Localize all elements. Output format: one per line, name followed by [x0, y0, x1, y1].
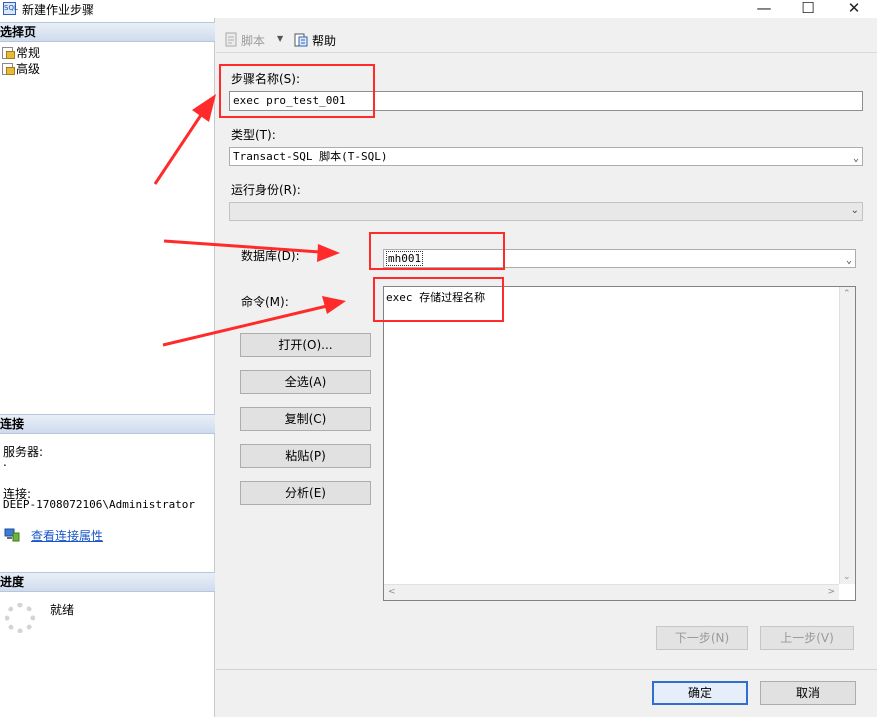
script-dropdown-icon[interactable]: ▼ [277, 34, 283, 43]
page-item-label: 常规 [16, 46, 41, 60]
script-button[interactable]: 脚本 [241, 32, 265, 49]
cancel-button[interactable]: 取消 [760, 681, 856, 705]
database-label: 数据库(D): [241, 249, 300, 263]
connection-properties-icon [4, 528, 20, 542]
select-page-header: 选择页 [0, 22, 215, 42]
next-step-button: 下一步(N) [656, 626, 748, 650]
close-button[interactable]: ✕ [832, 0, 876, 18]
progress-status: 就绪 [50, 603, 75, 617]
view-connection-properties-link[interactable]: 查看连接属性 [31, 527, 103, 544]
type-select[interactable]: Transact-SQL 脚本(T-SQL) ⌄ [229, 147, 863, 166]
script-icon [223, 32, 239, 48]
progress-header: 进度 [0, 572, 215, 592]
annotation-box-command [373, 277, 504, 322]
ok-button[interactable]: 确定 [652, 681, 748, 705]
vertical-scrollbar[interactable]: ⌃ ⌄ [839, 287, 855, 584]
app-icon: SQL [3, 2, 18, 15]
chevron-down-icon: ⌄ [850, 205, 859, 216]
run-as-label: 运行身份(R): [231, 183, 301, 197]
scroll-left-icon[interactable]: < [388, 587, 396, 597]
open-button[interactable]: 打开(O)... [240, 333, 371, 357]
chevron-down-icon: ⌄ [852, 153, 859, 164]
copy-button[interactable]: 复制(C) [240, 407, 371, 431]
annotation-box-database [369, 232, 505, 270]
command-textarea[interactable]: exec 存储过程名称 ⌃ ⌄ < > [383, 286, 856, 601]
window-title: 新建作业步骤 [22, 3, 95, 17]
connection-header: 连接 [0, 414, 215, 434]
help-icon [293, 32, 309, 48]
scroll-right-icon[interactable]: > [827, 587, 835, 597]
run-as-select: ⌄ [229, 202, 863, 221]
page-item-label: 高级 [16, 62, 41, 76]
paste-button[interactable]: 粘贴(P) [240, 444, 371, 468]
title-bar: SQL 新建作业步骤 — ☐ ✕ [0, 0, 877, 18]
server-label: 服务器: [3, 445, 44, 459]
page-icon [2, 47, 15, 59]
page-item-general[interactable]: 常规 [0, 45, 40, 61]
prev-step-button: 上一步(V) [760, 626, 854, 650]
type-label: 类型(T): [231, 128, 276, 142]
type-select-value: Transact-SQL 脚本(T-SQL) [233, 150, 388, 163]
parse-button[interactable]: 分析(E) [240, 481, 371, 505]
minimize-button[interactable]: — [742, 0, 786, 18]
footer-divider [216, 669, 877, 670]
page-item-advanced[interactable]: 高级 [0, 61, 40, 77]
progress-spinner-icon [5, 603, 35, 633]
command-label: 命令(M): [241, 295, 289, 309]
scroll-up-icon[interactable]: ⌃ [843, 289, 851, 299]
page-icon [2, 63, 15, 75]
server-value: . [3, 455, 7, 469]
annotation-box-step-name [219, 64, 375, 118]
maximize-button[interactable]: ☐ [786, 0, 830, 18]
connection-value: DEEP-1708072106\Administrator [3, 498, 196, 511]
scroll-down-icon[interactable]: ⌄ [843, 572, 851, 582]
help-button[interactable]: 帮助 [312, 32, 336, 49]
chevron-down-icon: ⌄ [845, 255, 852, 266]
select-all-button[interactable]: 全选(A) [240, 370, 371, 394]
horizontal-scrollbar[interactable]: < > [384, 584, 839, 600]
